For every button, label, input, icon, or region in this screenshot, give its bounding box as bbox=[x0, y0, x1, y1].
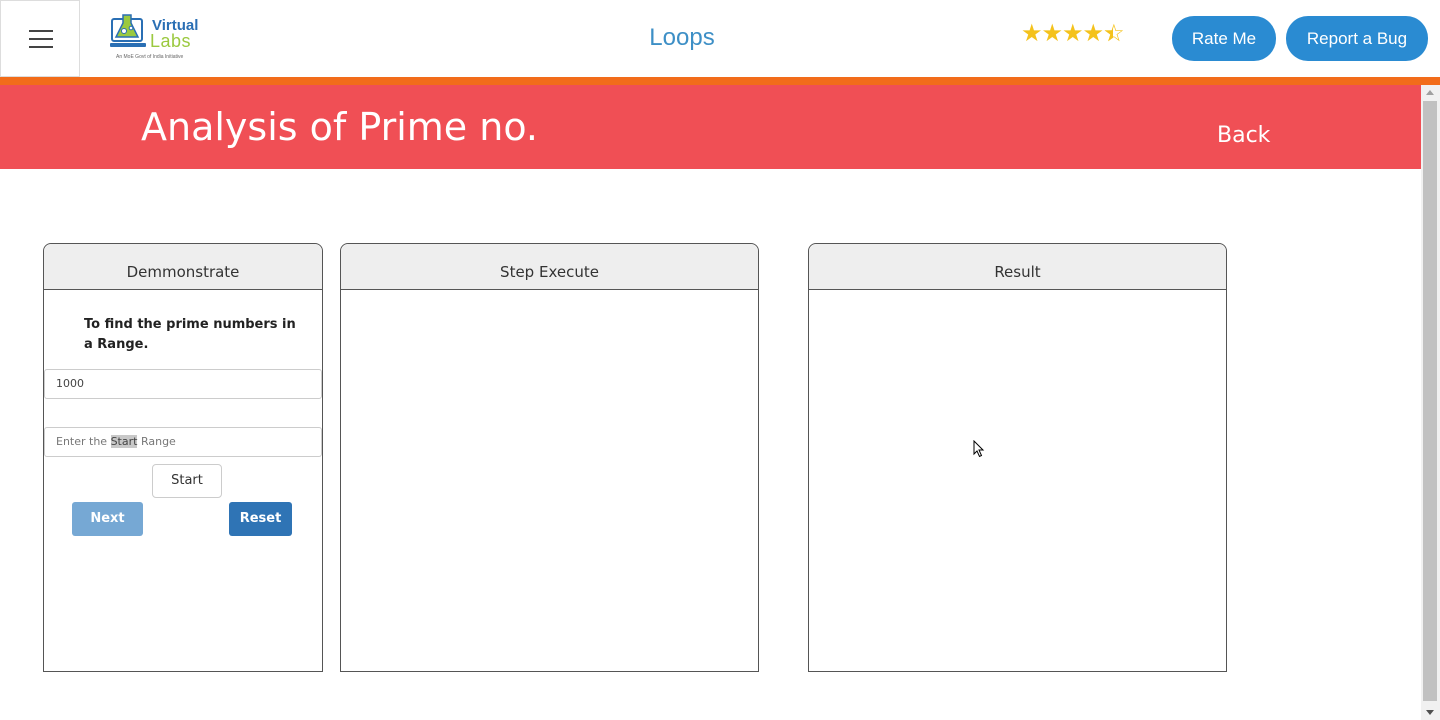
result-panel: Result bbox=[808, 243, 1227, 672]
start-range-input[interactable]: Enter the Start Range bbox=[44, 427, 322, 457]
star-icon: ★ bbox=[1041, 19, 1063, 47]
page-scrollbar[interactable] bbox=[1421, 85, 1440, 720]
end-range-input[interactable]: 1000 bbox=[44, 369, 322, 399]
flask-monitor-icon bbox=[110, 14, 146, 47]
result-heading: Result bbox=[809, 244, 1226, 290]
scrollbar-thumb[interactable] bbox=[1423, 101, 1437, 701]
reset-button[interactable]: Reset bbox=[229, 502, 292, 536]
menu-toggle-button[interactable] bbox=[0, 0, 80, 77]
accent-divider bbox=[0, 77, 1440, 85]
step-execute-heading: Step Execute bbox=[341, 244, 758, 290]
star-icon: ★ bbox=[1082, 19, 1104, 47]
virtual-labs-logo[interactable]: Virtual Labs An MoE Govt of India Initia… bbox=[110, 13, 202, 63]
experiment-title: Analysis of Prime no. bbox=[141, 105, 538, 149]
start-range-placeholder-highlight: Start bbox=[110, 435, 138, 448]
scroll-up-arrow-icon[interactable] bbox=[1426, 90, 1434, 95]
star-icon: ★ bbox=[1062, 19, 1083, 47]
start-range-placeholder-pre: Enter the bbox=[56, 435, 111, 448]
next-button[interactable]: Next bbox=[72, 502, 143, 536]
demonstrate-panel: Demmonstrate To find the prime numbers i… bbox=[43, 243, 323, 672]
rating-stars[interactable]: ★★★★☆★ bbox=[1021, 19, 1125, 47]
logo-text-labs: Labs bbox=[150, 31, 192, 51]
back-link[interactable]: Back bbox=[1217, 123, 1270, 148]
top-navbar: Virtual Labs An MoE Govt of India Initia… bbox=[0, 0, 1440, 77]
half-star-icon: ☆★ bbox=[1103, 19, 1124, 47]
page-title: Loops bbox=[649, 24, 715, 51]
start-button[interactable]: Start bbox=[152, 464, 222, 498]
step-execute-panel: Step Execute bbox=[340, 243, 759, 672]
rate-me-button[interactable]: Rate Me bbox=[1172, 16, 1276, 61]
mouse-pointer-icon bbox=[973, 440, 985, 458]
demonstrate-heading: Demmonstrate bbox=[44, 244, 322, 290]
instruction-text: To find the prime numbers in a Range. bbox=[84, 317, 296, 352]
start-range-placeholder-post: Range bbox=[137, 435, 176, 448]
scroll-down-arrow-icon[interactable] bbox=[1426, 710, 1434, 715]
star-icon: ★ bbox=[1021, 19, 1042, 47]
experiment-banner: Analysis of Prime no. Back bbox=[0, 85, 1421, 169]
report-bug-button[interactable]: Report a Bug bbox=[1286, 16, 1428, 61]
logo-tagline: An MoE Govt of India Initiative bbox=[116, 54, 184, 60]
hamburger-icon bbox=[29, 30, 53, 32]
